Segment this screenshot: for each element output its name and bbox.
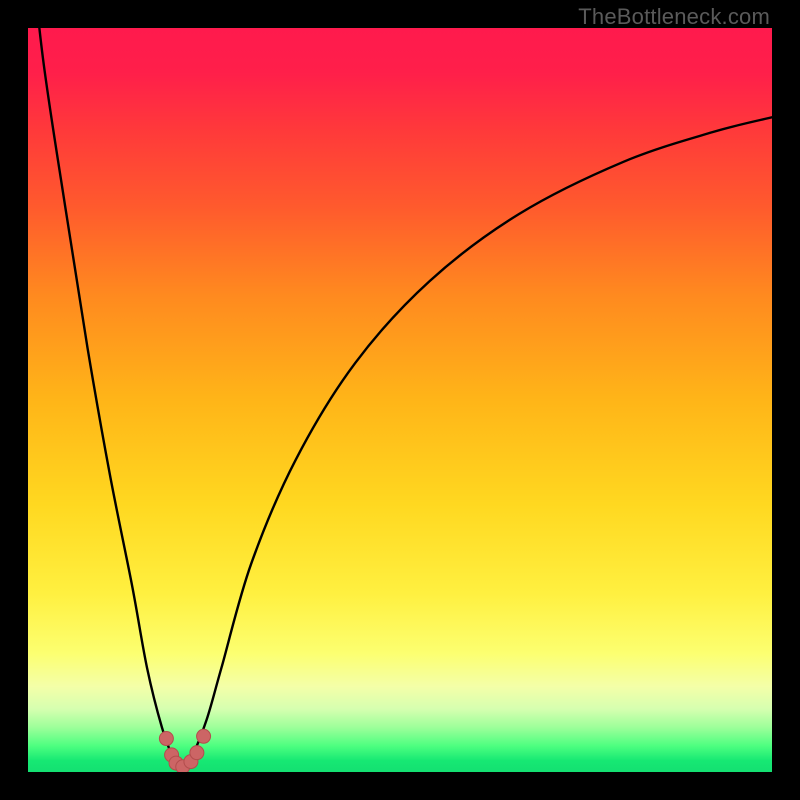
datapoint — [197, 729, 211, 743]
watermark-text: TheBottleneck.com — [578, 4, 770, 30]
curve-layer — [28, 28, 772, 772]
chart-frame — [28, 28, 772, 772]
datapoint — [159, 732, 173, 746]
datapoint — [190, 746, 204, 760]
bottleneck-curve — [28, 28, 772, 768]
datapoints — [159, 729, 210, 772]
plot-area — [28, 28, 772, 772]
